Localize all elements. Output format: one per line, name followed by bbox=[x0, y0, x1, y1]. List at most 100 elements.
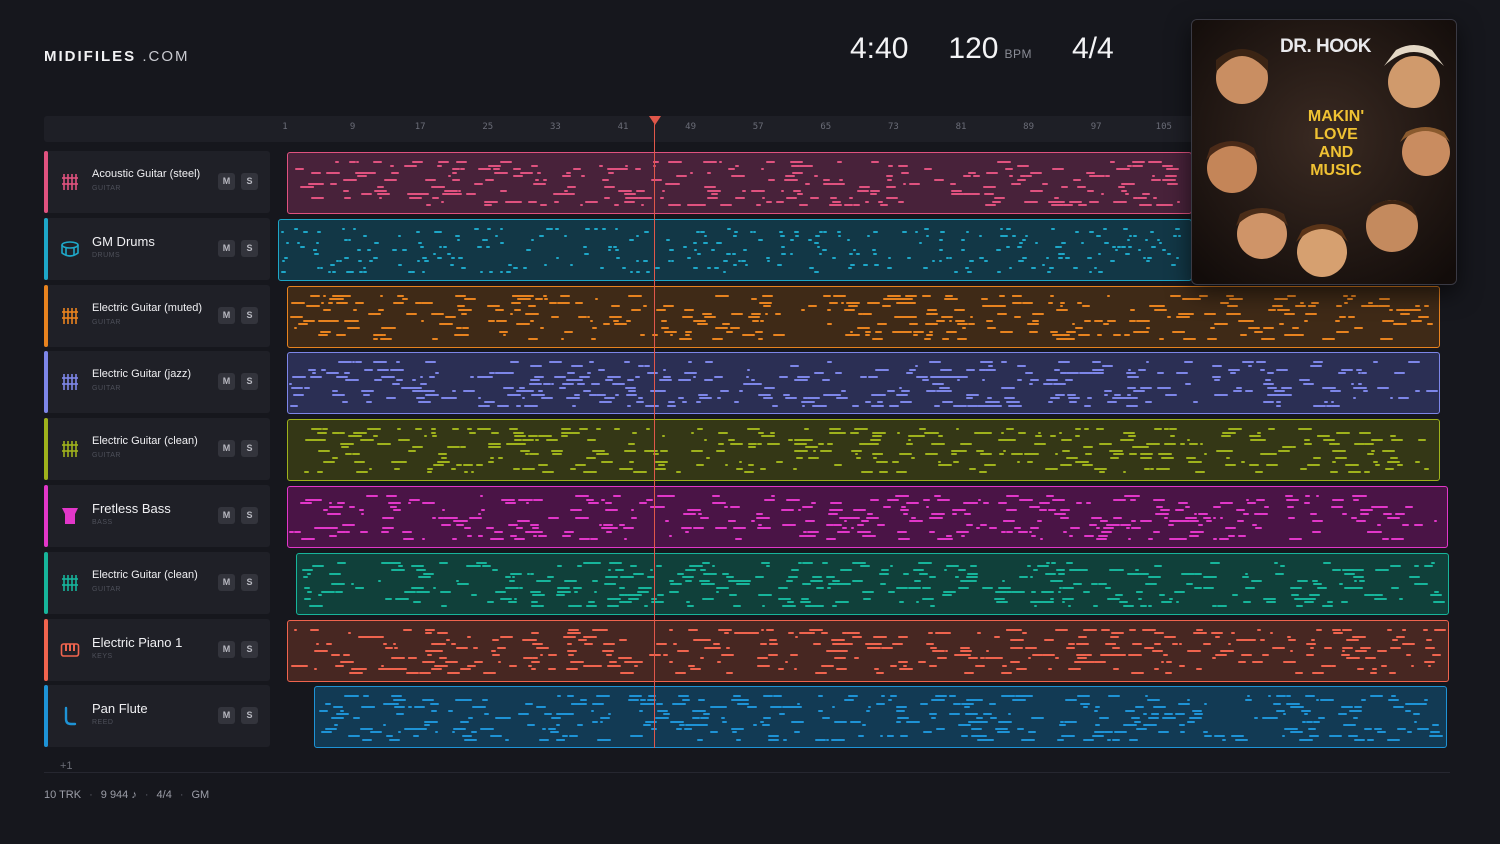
solo-button[interactable]: S bbox=[241, 507, 258, 524]
track-lane[interactable] bbox=[287, 486, 1448, 548]
track-lane[interactable] bbox=[314, 686, 1447, 749]
track-header[interactable]: Electric Guitar (clean) GUITAR M S bbox=[44, 551, 270, 614]
mute-button[interactable]: M bbox=[218, 306, 235, 324]
midi-note bbox=[950, 453, 957, 456]
mute-button[interactable]: M bbox=[218, 707, 235, 725]
solo-button[interactable]: S bbox=[241, 640, 258, 658]
midi-note bbox=[566, 632, 581, 635]
midi-note bbox=[342, 227, 345, 230]
solo-button[interactable]: S bbox=[241, 239, 258, 257]
track-lane[interactable] bbox=[287, 619, 1449, 682]
midi-note bbox=[927, 642, 934, 645]
midi-note bbox=[761, 197, 765, 199]
midi-note bbox=[1332, 460, 1337, 463]
track-lane[interactable] bbox=[287, 285, 1440, 348]
midi-note bbox=[1203, 516, 1212, 519]
midi-note bbox=[614, 428, 621, 431]
midi-note bbox=[1237, 520, 1245, 523]
midi-note bbox=[923, 431, 928, 434]
midi-note bbox=[341, 446, 350, 449]
midi-note bbox=[1059, 720, 1064, 723]
solo-button[interactable]: S bbox=[241, 573, 258, 591]
mute-button[interactable]: M bbox=[218, 373, 235, 391]
midi-note bbox=[885, 175, 893, 178]
track-header[interactable]: Electric Guitar (jazz) GUITAR M S bbox=[44, 351, 270, 414]
midi-note bbox=[867, 375, 878, 378]
midi-note bbox=[357, 668, 367, 671]
midi-note bbox=[1175, 601, 1179, 604]
midi-note bbox=[789, 252, 793, 255]
track-lane[interactable] bbox=[278, 218, 1192, 281]
midi-note bbox=[1019, 695, 1033, 698]
midi-note bbox=[1017, 245, 1023, 248]
midi-note bbox=[635, 260, 639, 263]
midi-note bbox=[938, 260, 942, 263]
midi-note bbox=[624, 200, 636, 203]
midi-note bbox=[1213, 505, 1222, 508]
midi-note bbox=[1128, 738, 1138, 741]
midi-note bbox=[1164, 175, 1177, 178]
track-header[interactable]: Electric Piano 1 KEYS M S bbox=[44, 618, 270, 681]
midi-note bbox=[1309, 734, 1319, 737]
mute-button[interactable]: M bbox=[218, 507, 235, 524]
midi-note bbox=[1313, 720, 1321, 723]
track-header[interactable]: Pan Flute REED M S bbox=[44, 685, 270, 748]
midi-note bbox=[577, 316, 587, 319]
midi-note bbox=[782, 738, 787, 741]
midi-note bbox=[1120, 189, 1127, 192]
midi-note bbox=[873, 635, 888, 638]
midi-note bbox=[850, 330, 854, 333]
solo-button[interactable]: S bbox=[241, 306, 258, 324]
track-header[interactable]: GM Drums DRUMS M S bbox=[44, 217, 270, 280]
midi-note bbox=[1111, 632, 1125, 635]
midi-note bbox=[969, 316, 973, 319]
mute-button[interactable]: M bbox=[218, 440, 235, 458]
midi-note bbox=[1232, 390, 1242, 393]
midi-note bbox=[770, 706, 783, 709]
midi-note bbox=[459, 446, 466, 449]
mute-button[interactable]: M bbox=[218, 573, 235, 591]
midi-note bbox=[539, 234, 545, 237]
midi-note bbox=[489, 270, 494, 273]
mute-button[interactable]: M bbox=[218, 640, 235, 658]
midi-note bbox=[500, 161, 513, 163]
track-lane[interactable] bbox=[287, 352, 1440, 415]
midi-note bbox=[512, 576, 515, 579]
midi-note bbox=[410, 565, 424, 568]
solo-button[interactable]: S bbox=[241, 373, 258, 391]
midi-note bbox=[1154, 565, 1163, 568]
midi-note bbox=[1340, 368, 1353, 371]
midi-note bbox=[1312, 583, 1322, 586]
playhead[interactable] bbox=[654, 124, 655, 748]
track-header[interactable]: Electric Guitar (muted) GUITAR M S bbox=[44, 284, 270, 347]
midi-note bbox=[508, 579, 515, 582]
midi-note bbox=[397, 565, 403, 568]
midi-note bbox=[1312, 671, 1324, 674]
midi-note bbox=[1257, 431, 1262, 434]
midi-note bbox=[1132, 161, 1145, 163]
track-header[interactable]: Electric Guitar (clean) GUITAR M S bbox=[44, 418, 270, 481]
track-header[interactable]: Fretless Bass BASS M S bbox=[44, 485, 270, 547]
midi-note bbox=[532, 534, 537, 537]
playhead-handle[interactable] bbox=[649, 116, 661, 125]
track-header[interactable]: Acoustic Guitar (steel) GUITAR M S bbox=[44, 151, 270, 213]
midi-note bbox=[1254, 513, 1269, 515]
solo-button[interactable]: S bbox=[241, 440, 258, 458]
more-tracks-label[interactable]: +1 bbox=[60, 760, 73, 772]
midi-note bbox=[1263, 382, 1275, 385]
midi-note bbox=[605, 509, 619, 512]
midi-note bbox=[942, 590, 956, 593]
midi-note bbox=[941, 594, 952, 597]
midi-note bbox=[1138, 204, 1152, 207]
mute-button[interactable]: M bbox=[218, 173, 235, 190]
midi-note bbox=[1277, 449, 1290, 452]
solo-button[interactable]: S bbox=[241, 707, 258, 725]
track-lane[interactable] bbox=[296, 552, 1449, 615]
track-lane[interactable] bbox=[287, 152, 1192, 214]
midi-note bbox=[966, 393, 980, 396]
track-lane[interactable] bbox=[287, 419, 1440, 482]
mute-button[interactable]: M bbox=[218, 239, 235, 257]
brand-logo[interactable]: MIDIFILES .COM bbox=[44, 48, 190, 65]
midi-note bbox=[778, 586, 789, 589]
solo-button[interactable]: S bbox=[241, 173, 258, 190]
